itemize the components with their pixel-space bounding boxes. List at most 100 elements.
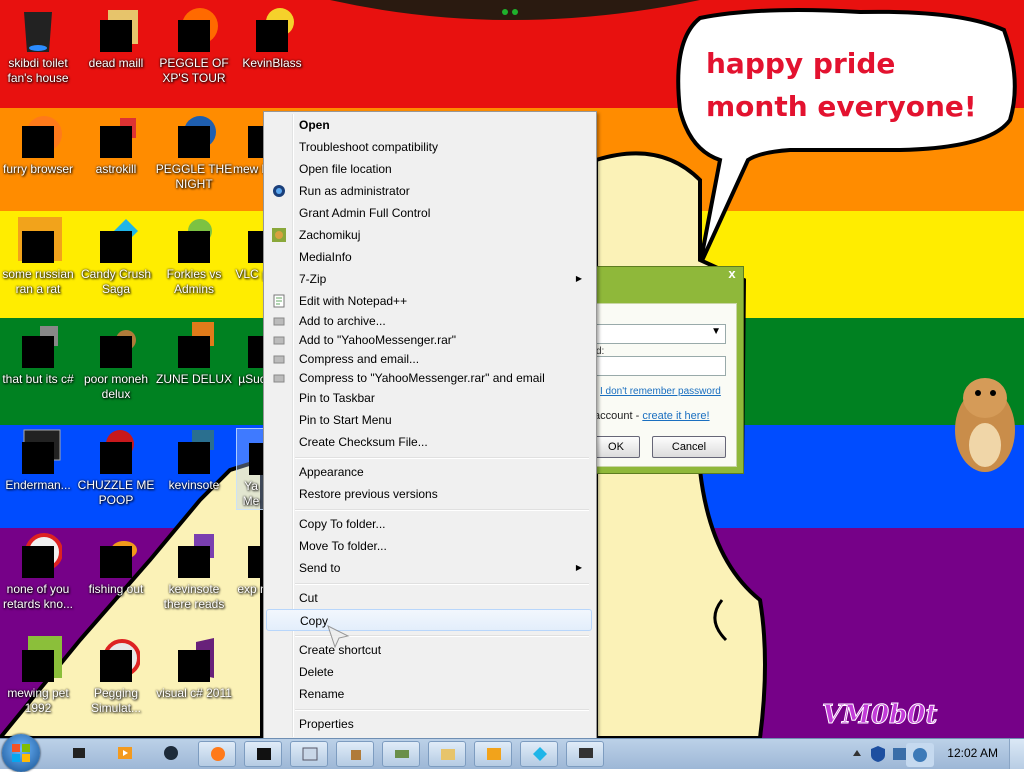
dialog-close-button[interactable]: x (725, 267, 739, 281)
menu-item-compress-rar-email[interactable]: Compress to "YahooMessenger.rar" and ema… (266, 367, 592, 389)
menu-item-zachomikuj[interactable]: Zachomikuj (266, 224, 592, 246)
desktop-icon[interactable]: Enderman... (0, 428, 78, 493)
windows-logo-icon (12, 744, 30, 762)
desktop-icon-label: visual c# 2011 (156, 686, 232, 700)
taskbar-terminal-button[interactable] (244, 741, 282, 767)
desktop-icon[interactable]: none of you retards kno... (0, 532, 78, 612)
tray-arrow-icon[interactable] (852, 748, 862, 758)
menu-item-label: Cut (299, 591, 318, 605)
desktop-icon[interactable]: PEGGLE THE NIGHT (154, 112, 234, 192)
taskbar-app-button[interactable] (382, 741, 420, 767)
desktop-icon-selected[interactable]: Ya Me (236, 428, 266, 510)
desktop-icon-label: Forkies vs Admins (166, 267, 222, 296)
menu-item-open-file-location[interactable]: Open file location (266, 158, 592, 180)
menu-item-label: Create Checksum File... (299, 435, 428, 449)
taskbar-app-button[interactable] (290, 741, 328, 767)
desktop-icon[interactable]: KevinBlass (232, 6, 312, 71)
taskbar-candy-crush-button[interactable] (520, 741, 558, 767)
taskbar-app-button[interactable] (60, 741, 98, 767)
account-label: account - (594, 410, 640, 422)
menu-item-troubleshoot[interactable]: Troubleshoot compatibility (266, 136, 592, 158)
de-icon (487, 748, 501, 760)
menu-item-rename[interactable]: Rename (266, 683, 592, 705)
desktop-icon[interactable]: that but its c# (0, 322, 78, 387)
desktop-icon[interactable]: fishing out (76, 532, 156, 597)
desktop-icon-label: furry browser (2, 162, 73, 176)
menu-item-send-to[interactable]: Send to ▶ (266, 557, 592, 579)
menu-item-label: Send to (299, 561, 341, 575)
desktop-icon[interactable]: CHUZZLE ME POOP (76, 428, 156, 508)
desktop-icon[interactable]: Forkies vs Admins (154, 217, 234, 297)
desktop-icon[interactable]: Candy Crush Saga (76, 217, 156, 297)
menu-item-copy[interactable]: Copy (266, 609, 592, 631)
app-icon (92, 112, 140, 160)
desktop-icon[interactable]: kevinsote there reads (154, 532, 234, 612)
ok-button[interactable]: OK (592, 436, 640, 458)
document-icon (170, 532, 218, 580)
create-account-link[interactable]: create it here! (642, 410, 709, 422)
menu-item-grant-admin[interactable]: Grant Admin Full Control (266, 202, 592, 224)
account-text: account - create it here! (594, 410, 710, 422)
starburst-icon (248, 6, 296, 54)
desktop-icon[interactable]: some russian ran a rat (0, 217, 78, 297)
desktop-icon-label: CHUZZLE ME POOP (77, 478, 155, 507)
desktop-icon[interactable]: kevinsote (154, 428, 234, 493)
active-app-icon[interactable] (906, 743, 934, 767)
password-field[interactable] (596, 356, 726, 376)
menu-item-label: Rename (299, 687, 345, 701)
taskbar-app-button[interactable] (428, 741, 466, 767)
desktop-icon[interactable]: astrokill (76, 112, 156, 177)
terminal-icon (257, 748, 271, 760)
account-combo[interactable]: ▼ (596, 324, 726, 344)
menu-item-create-shortcut[interactable]: Create shortcut (266, 639, 592, 661)
system-clock[interactable]: 12:02 AM (947, 746, 998, 760)
menu-item-open[interactable]: Open (266, 114, 592, 136)
plant-icon (170, 217, 218, 265)
menu-item-edit-notepadpp[interactable]: Edit with Notepad++ (266, 290, 592, 312)
desktop-icon-label: Ya Me (242, 479, 260, 508)
watermark-text: VM0b0t (821, 700, 938, 731)
menu-item-appearance[interactable]: Appearance (266, 461, 592, 483)
submenu-arrow-icon: ▶ (575, 274, 582, 283)
login-dialog: x ▼ d: I don't remember password account… (590, 266, 744, 474)
desktop-icon[interactable]: visual c# 2011 (154, 636, 234, 701)
desktop-icon[interactable]: skibdi toilet fan's house (0, 6, 78, 86)
taskbar-media-player-button[interactable] (106, 741, 144, 767)
menu-item-mediainfo[interactable]: MediaInfo (266, 246, 592, 268)
desktop-icon[interactable]: mewing pet 1992 (0, 636, 78, 716)
menu-item-label: Pin to Start Menu (299, 413, 392, 427)
menu-item-7zip[interactable]: 7-Zip ▶ (266, 268, 592, 290)
menu-item-restore-versions[interactable]: Restore previous versions (266, 483, 592, 505)
start-button[interactable] (2, 734, 40, 772)
speech-bubble-text: happy pride month everyone! (706, 47, 977, 123)
menu-item-cut[interactable]: Cut (266, 587, 592, 609)
trash-can-icon (14, 6, 62, 54)
desktop-icon[interactable]: Pegging Simulat... (76, 636, 156, 716)
menu-item-copy-to-folder[interactable]: Copy To folder... (266, 513, 592, 535)
taskbar-app-button[interactable] (474, 741, 512, 767)
menu-item-move-to-folder[interactable]: Move To folder... (266, 535, 592, 557)
menu-item-pin-start[interactable]: Pin to Start Menu (266, 409, 592, 431)
desktop-icon[interactable]: poor moneh delux (76, 322, 156, 402)
desktop-icon[interactable]: dead maill (76, 6, 156, 71)
taskbar-firefox-button[interactable] (198, 741, 236, 767)
menu-item-label: Compress to "YahooMessenger.rar" and ema… (299, 371, 545, 385)
menu-item-pin-taskbar[interactable]: Pin to Taskbar (266, 387, 592, 409)
menu-item-run-as-admin[interactable]: Run as administrator (266, 180, 592, 202)
cancel-button[interactable]: Cancel (652, 436, 726, 458)
mouse-cursor-icon (327, 625, 350, 649)
forgot-password-link[interactable]: I don't remember password (600, 386, 721, 397)
menu-item-delete[interactable]: Delete (266, 661, 592, 683)
show-desktop-button[interactable] (1009, 739, 1024, 769)
desktop-icon[interactable]: ZUNE DELUX (154, 322, 234, 387)
taskbar-app-button[interactable] (566, 741, 604, 767)
taskbar-app-button[interactable] (336, 741, 374, 767)
taskbar-app-button[interactable] (152, 741, 190, 767)
menu-item-properties[interactable]: Properties (266, 713, 592, 735)
menu-item-create-checksum[interactable]: Create Checksum File... (266, 431, 592, 453)
desktop-icon[interactable]: PEGGLE OF XP'S TOUR (154, 6, 234, 86)
desktop-icon[interactable]: furry browser (0, 112, 78, 177)
menu-item-label: Open (299, 118, 330, 132)
shield-icon[interactable] (870, 745, 886, 763)
login-dialog-body: ▼ d: I don't remember password account -… (591, 303, 737, 467)
